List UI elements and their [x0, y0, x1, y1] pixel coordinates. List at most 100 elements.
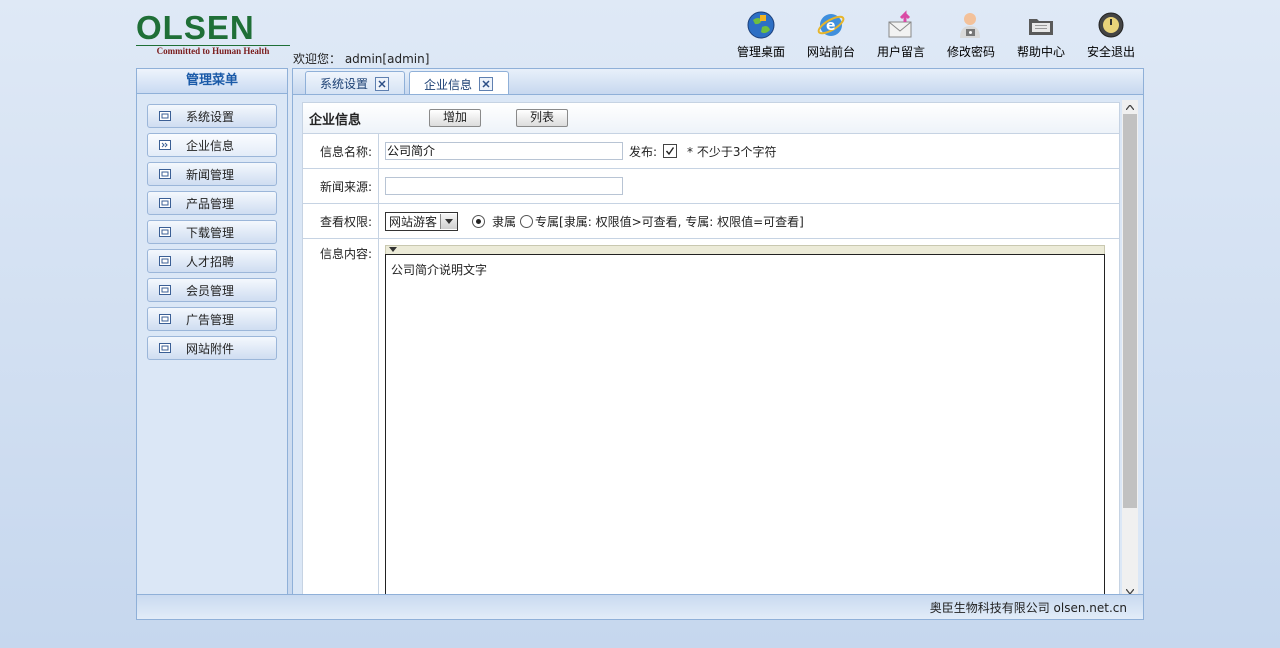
- svg-text:e: e: [826, 18, 836, 34]
- nav-desktop[interactable]: 管理桌面: [726, 10, 796, 60]
- footer: 奥臣生物科技有限公司 olsen.net.cn: [136, 594, 1144, 620]
- radio-belong[interactable]: [472, 214, 486, 228]
- chevron-down-icon: [440, 213, 458, 229]
- field-label: 信息名称:: [303, 134, 379, 168]
- footer-text: 奥臣生物科技有限公司 olsen.net.cn: [929, 601, 1127, 615]
- field-label: 信息内容:: [303, 239, 379, 599]
- logo: OLSEN Committed to Human Health: [136, 9, 292, 56]
- nav-frontend[interactable]: e 网站前台: [796, 10, 866, 60]
- desktop-globe-icon: [746, 10, 776, 40]
- nav-logout[interactable]: 安全退出: [1076, 10, 1146, 60]
- welcome-text: 欢迎您： admin[admin]: [293, 52, 430, 66]
- window-icon: [158, 198, 172, 209]
- tab-bar: 系统设置 企业信息: [292, 68, 1144, 96]
- ie-browser-icon: e: [816, 10, 846, 40]
- user-lock-icon: [956, 10, 986, 40]
- tab-label: 系统设置: [320, 77, 369, 91]
- nav-label: 网站前台: [806, 45, 855, 59]
- sidebar-menu: 系统设置 企业信息 新闻管理 产品管理 下载管理 人才招聘 会员管理 广告管理: [137, 104, 287, 360]
- top-nav: 管理桌面 e 网站前台 用户留言 修改密码 帮助中心 安全退出: [726, 10, 1146, 60]
- toolbar-collapse-icon[interactable]: [389, 247, 397, 252]
- radio-dot: [476, 218, 482, 224]
- sidebar: 管理菜单 系统设置 企业信息 新闻管理 产品管理 下载管理 人才招聘 会员管理: [136, 68, 288, 620]
- sidebar-item-recruitment[interactable]: 人才招聘: [147, 249, 277, 273]
- sidebar-item-label: 人才招聘: [186, 254, 235, 269]
- sidebar-item-news[interactable]: 新闻管理: [147, 162, 277, 186]
- panel-title: 企业信息: [309, 112, 362, 128]
- nav-label: 管理桌面: [736, 45, 785, 59]
- sidebar-item-label: 下载管理: [186, 225, 235, 240]
- sidebar-item-enterprise[interactable]: 企业信息: [147, 133, 277, 157]
- tab-enterprise-info[interactable]: 企业信息: [409, 71, 509, 96]
- nav-label: 修改密码: [946, 45, 995, 59]
- double-chevron-icon: [158, 140, 172, 151]
- window-icon: [158, 111, 172, 122]
- add-button[interactable]: 增加: [429, 109, 482, 127]
- nav-messages[interactable]: 用户留言: [866, 10, 936, 60]
- close-icon[interactable]: [375, 76, 390, 91]
- field-label: 新闻来源:: [303, 169, 379, 203]
- radio-belong-label: 隶属: [492, 214, 517, 229]
- window-icon: [158, 256, 172, 267]
- sidebar-item-downloads[interactable]: 下载管理: [147, 220, 277, 244]
- scroll-track[interactable]: [1122, 508, 1138, 584]
- sidebar-item-products[interactable]: 产品管理: [147, 191, 277, 215]
- logo-text: OLSEN: [136, 9, 255, 46]
- publish-checkbox[interactable]: [663, 144, 678, 158]
- mail-arrow-icon: [886, 10, 916, 40]
- nav-label: 安全退出: [1086, 45, 1135, 59]
- folder-help-icon: [1026, 10, 1056, 40]
- list-button[interactable]: 列表: [516, 109, 569, 127]
- sidebar-item-label: 产品管理: [186, 196, 235, 211]
- row-info-content: 信息内容: 公司简介说明文字: [303, 239, 1119, 599]
- row-news-source: 新闻来源:: [303, 169, 1119, 204]
- rich-editor: 公司简介说明文字: [385, 245, 1105, 599]
- permission-select-value: 网站游客: [389, 214, 438, 229]
- vertical-scrollbar[interactable]: [1122, 100, 1138, 600]
- nav-help[interactable]: 帮助中心: [1006, 10, 1076, 60]
- row-value: 网站游客 隶属 专属 [隶属: 权限值>可查看, 专属: 权限值=可查看]: [379, 204, 804, 238]
- content-editor[interactable]: 公司简介说明文字: [385, 254, 1105, 599]
- radio-exclusive[interactable]: [520, 214, 534, 228]
- window-icon: [158, 169, 172, 180]
- row-value: 发布: * 不少于3个字符: [379, 134, 777, 168]
- row-info-name: 信息名称: 发布: * 不少于3个字符: [303, 134, 1119, 169]
- scroll-up-icon[interactable]: [1122, 100, 1138, 114]
- row-view-permission: 查看权限: 网站游客 隶属 专属 [隶属: 权限值>可查看, 专属: 权限值=可…: [303, 204, 1119, 239]
- info-name-input[interactable]: [385, 142, 623, 160]
- editor-toolbar[interactable]: [385, 245, 1105, 254]
- logo-tagline: Committed to Human Health: [136, 45, 290, 56]
- field-label: 查看权限:: [303, 204, 379, 238]
- permission-select[interactable]: 网站游客: [385, 211, 459, 231]
- nav-label: 帮助中心: [1016, 45, 1065, 59]
- sidebar-title: 管理菜单: [137, 69, 287, 94]
- panel-header: 企业信息 增加 列表: [303, 103, 1119, 134]
- sidebar-item-label: 网站附件: [186, 341, 235, 356]
- sidebar-item-ads[interactable]: 广告管理: [147, 307, 277, 331]
- window-icon: [158, 343, 172, 354]
- sidebar-item-label: 企业信息: [186, 138, 235, 153]
- sidebar-item-label: 会员管理: [186, 283, 235, 298]
- sidebar-item-attachments[interactable]: 网站附件: [147, 336, 277, 360]
- radio-exclusive-label: 专属: [535, 214, 560, 229]
- nav-password[interactable]: 修改密码: [936, 10, 1006, 60]
- sidebar-item-system[interactable]: 系统设置: [147, 104, 277, 128]
- news-source-input[interactable]: [385, 177, 623, 195]
- scroll-thumb[interactable]: [1123, 114, 1137, 508]
- content-area: 企业信息 增加 列表 信息名称: 发布: * 不少于3个字符 新闻来源: 查看权…: [292, 94, 1144, 620]
- row-value: [379, 169, 623, 203]
- form-panel: 企业信息 增加 列表 信息名称: 发布: * 不少于3个字符 新闻来源: 查看权…: [302, 102, 1120, 600]
- sidebar-item-label: 广告管理: [186, 312, 235, 327]
- tab-label: 企业信息: [424, 77, 473, 92]
- sidebar-item-members[interactable]: 会员管理: [147, 278, 277, 302]
- permission-hint: [隶属: 权限值>可查看, 专属: 权限值=可查看]: [559, 214, 804, 229]
- window-icon: [158, 285, 172, 296]
- tab-system-settings[interactable]: 系统设置: [305, 71, 405, 95]
- nav-label: 用户留言: [876, 45, 925, 59]
- power-icon: [1096, 10, 1126, 40]
- publish-label: 发布:: [629, 144, 658, 159]
- name-hint: * 不少于3个字符: [687, 144, 777, 159]
- sidebar-item-label: 系统设置: [186, 109, 235, 124]
- window-icon: [158, 314, 172, 325]
- close-icon[interactable]: [479, 77, 494, 91]
